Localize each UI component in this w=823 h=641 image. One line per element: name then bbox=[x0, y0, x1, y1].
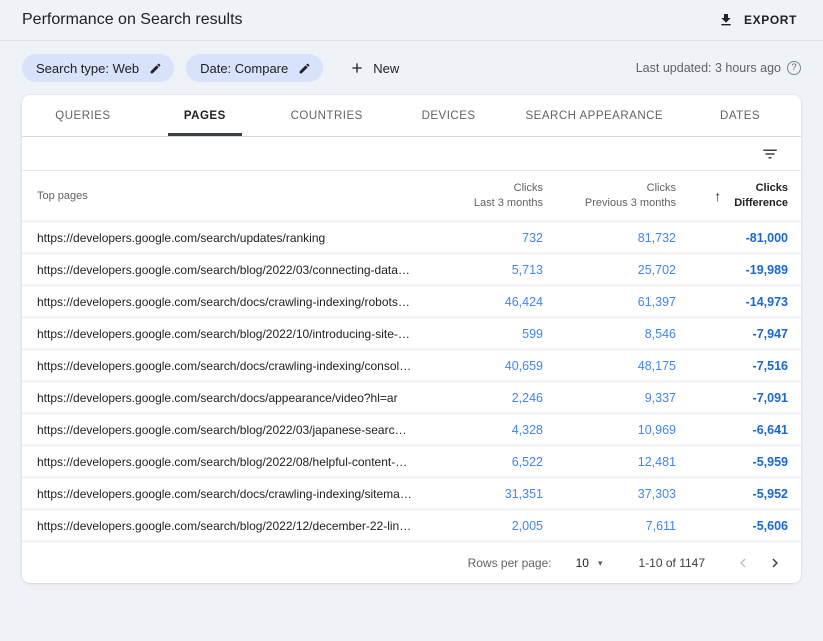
page-url: https://developers.google.com/search/doc… bbox=[37, 391, 423, 405]
table-row[interactable]: https://developers.google.com/search/blo… bbox=[22, 447, 801, 479]
table-row[interactable]: https://developers.google.com/search/blo… bbox=[22, 319, 801, 351]
clicks-difference-value: -7,516 bbox=[676, 359, 788, 373]
table-rows: https://developers.google.com/search/upd… bbox=[22, 223, 801, 543]
page-url: https://developers.google.com/search/blo… bbox=[37, 423, 423, 437]
clicks-previous-value: 7,611 bbox=[543, 519, 676, 533]
next-page-button[interactable] bbox=[759, 547, 791, 579]
clicks-last-value: 2,246 bbox=[423, 391, 543, 405]
column-header-top-pages: Top pages bbox=[37, 190, 423, 202]
edit-pencil-icon bbox=[298, 62, 311, 75]
page-url: https://developers.google.com/search/doc… bbox=[37, 487, 423, 501]
clicks-last-value: 4,328 bbox=[423, 423, 543, 437]
page-url: https://developers.google.com/search/blo… bbox=[37, 455, 423, 469]
clicks-difference-value: -6,641 bbox=[676, 423, 788, 437]
clicks-last-value: 6,522 bbox=[423, 455, 543, 469]
last-updated: Last updated: 3 hours ago ? bbox=[636, 61, 801, 75]
clicks-last-value: 599 bbox=[423, 327, 543, 341]
clicks-last-value: 5,713 bbox=[423, 263, 543, 277]
export-button[interactable]: EXPORT bbox=[716, 8, 799, 32]
page-title: Performance on Search results bbox=[22, 11, 243, 29]
search-type-chip-label: Search type: Web bbox=[36, 61, 139, 76]
dimension-tabs: QUERIES PAGES COUNTRIES DEVICES SEARCH A… bbox=[22, 95, 801, 137]
filter-bar: Search type: Web Date: Compare New Last … bbox=[0, 41, 823, 95]
new-filter-label: New bbox=[373, 61, 399, 76]
page-url: https://developers.google.com/search/blo… bbox=[37, 327, 423, 341]
clicks-last-value: 31,351 bbox=[423, 487, 543, 501]
clicks-difference-value: -5,606 bbox=[676, 519, 788, 533]
clicks-last-value: 2,005 bbox=[423, 519, 543, 533]
page-url: https://developers.google.com/search/blo… bbox=[37, 519, 423, 533]
table-row[interactable]: https://developers.google.com/search/doc… bbox=[22, 383, 801, 415]
pagination-range: 1-10 of 1147 bbox=[639, 556, 706, 570]
clicks-difference-value: -7,091 bbox=[676, 391, 788, 405]
export-label: EXPORT bbox=[744, 13, 797, 27]
rows-per-page-select[interactable]: 10 ▾ bbox=[570, 555, 609, 571]
download-icon bbox=[718, 12, 734, 28]
filter-list-icon bbox=[761, 145, 779, 163]
tab-devices[interactable]: DEVICES bbox=[388, 95, 510, 136]
tab-dates[interactable]: DATES bbox=[679, 95, 801, 136]
page-url: https://developers.google.com/search/upd… bbox=[37, 231, 423, 245]
clicks-last-value: 40,659 bbox=[423, 359, 543, 373]
clicks-previous-value: 9,337 bbox=[543, 391, 676, 405]
clicks-difference-value: -5,952 bbox=[676, 487, 788, 501]
table-header-row: Top pages Clicks Last 3 months Clicks Pr… bbox=[22, 171, 801, 223]
clicks-last-value: 46,424 bbox=[423, 295, 543, 309]
top-bar: Performance on Search results EXPORT bbox=[0, 0, 823, 40]
search-type-chip[interactable]: Search type: Web bbox=[22, 54, 174, 82]
clicks-previous-value: 81,732 bbox=[543, 231, 676, 245]
table-row[interactable]: https://developers.google.com/search/blo… bbox=[22, 255, 801, 287]
table-row[interactable]: https://developers.google.com/search/doc… bbox=[22, 287, 801, 319]
clicks-last-value: 732 bbox=[423, 231, 543, 245]
table-footer: Rows per page: 10 ▾ 1-10 of 1147 bbox=[22, 543, 801, 583]
clicks-difference-value: -14,973 bbox=[676, 295, 788, 309]
clicks-difference-value: -5,959 bbox=[676, 455, 788, 469]
page-url: https://developers.google.com/search/doc… bbox=[37, 295, 423, 309]
sort-ascending-icon: ↑ bbox=[714, 188, 721, 204]
table-toolbar bbox=[22, 137, 801, 171]
new-filter-button[interactable]: New bbox=[343, 59, 405, 77]
clicks-difference-value: -81,000 bbox=[676, 231, 788, 245]
page-url: https://developers.google.com/search/doc… bbox=[37, 359, 423, 373]
tab-search-appearance[interactable]: SEARCH APPEARANCE bbox=[510, 95, 680, 136]
clicks-difference-value: -19,989 bbox=[676, 263, 788, 277]
table-row[interactable]: https://developers.google.com/search/upd… bbox=[22, 223, 801, 255]
column-header-clicks-difference[interactable]: ↑ Clicks Difference bbox=[676, 181, 788, 211]
tab-queries[interactable]: QUERIES bbox=[22, 95, 144, 136]
clicks-difference-value: -7,947 bbox=[676, 327, 788, 341]
plus-icon bbox=[349, 60, 365, 76]
clicks-previous-value: 48,175 bbox=[543, 359, 676, 373]
table-row[interactable]: https://developers.google.com/search/doc… bbox=[22, 351, 801, 383]
table-row[interactable]: https://developers.google.com/search/blo… bbox=[22, 511, 801, 543]
chevron-left-icon bbox=[734, 554, 752, 572]
clicks-previous-value: 8,546 bbox=[543, 327, 676, 341]
clicks-previous-value: 61,397 bbox=[543, 295, 676, 309]
rows-per-page-value: 10 bbox=[576, 556, 589, 570]
clicks-previous-value: 37,303 bbox=[543, 487, 676, 501]
date-compare-chip-label: Date: Compare bbox=[200, 61, 288, 76]
table-row[interactable]: https://developers.google.com/search/doc… bbox=[22, 479, 801, 511]
tab-countries[interactable]: COUNTRIES bbox=[266, 95, 388, 136]
rows-per-page-label: Rows per page: bbox=[468, 556, 552, 570]
column-header-clicks-previous[interactable]: Clicks Previous 3 months bbox=[543, 181, 676, 211]
previous-page-button[interactable] bbox=[727, 547, 759, 579]
clicks-previous-value: 25,702 bbox=[543, 263, 676, 277]
date-compare-chip[interactable]: Date: Compare bbox=[186, 54, 323, 82]
clicks-previous-value: 10,969 bbox=[543, 423, 676, 437]
edit-pencil-icon bbox=[149, 62, 162, 75]
last-updated-text: Last updated: 3 hours ago bbox=[636, 61, 781, 75]
table-row[interactable]: https://developers.google.com/search/blo… bbox=[22, 415, 801, 447]
chevron-right-icon bbox=[766, 554, 784, 572]
page-url: https://developers.google.com/search/blo… bbox=[37, 263, 423, 277]
clicks-previous-value: 12,481 bbox=[543, 455, 676, 469]
performance-card: QUERIES PAGES COUNTRIES DEVICES SEARCH A… bbox=[22, 95, 801, 583]
tab-pages[interactable]: PAGES bbox=[144, 95, 266, 136]
help-icon[interactable]: ? bbox=[787, 61, 801, 75]
filter-table-button[interactable] bbox=[759, 143, 781, 165]
chevron-down-icon: ▾ bbox=[598, 558, 603, 569]
column-header-clicks-last[interactable]: Clicks Last 3 months bbox=[423, 181, 543, 211]
